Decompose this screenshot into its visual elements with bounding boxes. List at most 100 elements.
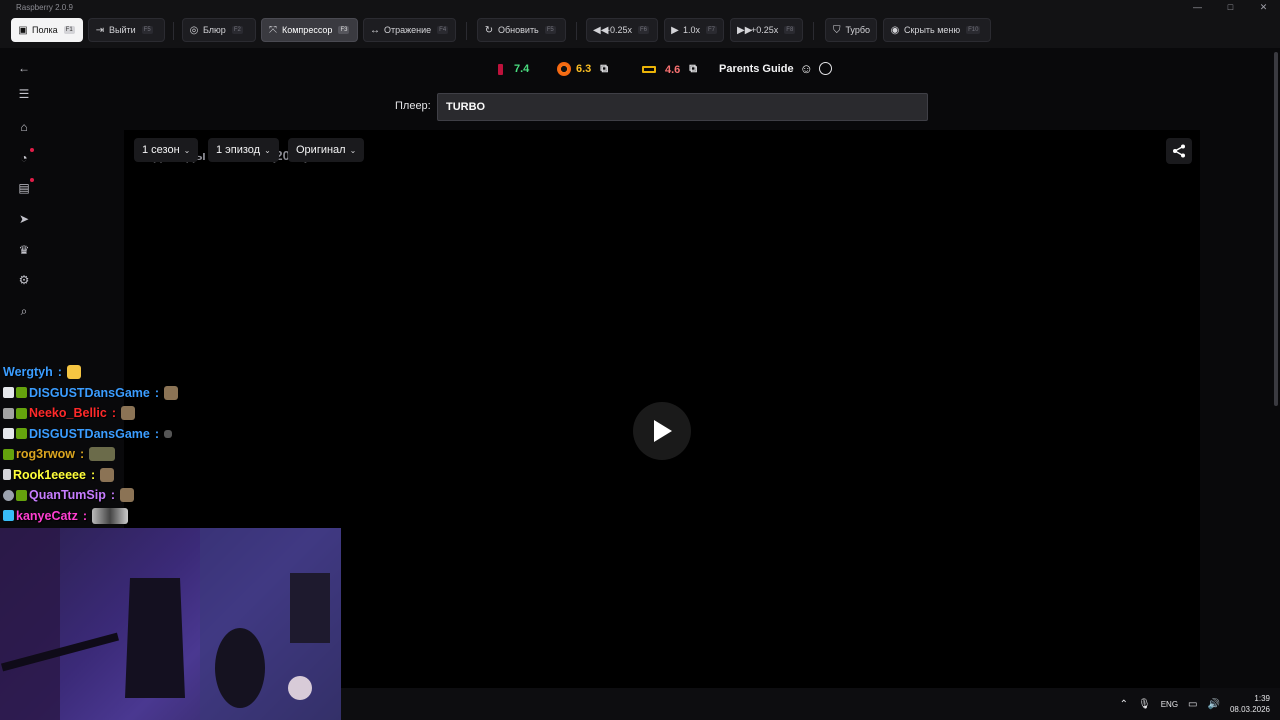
volume-icon[interactable]: 🔊 [1208,699,1220,710]
turbo-label: Турбо [845,25,870,35]
refresh-key: F5 [544,26,556,34]
rating-3: 4.6 ⧉ [642,63,697,76]
badge-icon [3,428,14,440]
audio-select[interactable]: Оригинал ⌄ [288,138,365,162]
rating-2-icon [557,62,571,76]
chat-separator: : [82,508,88,523]
blur-button[interactable]: ◎ Блюр F2 [182,18,256,42]
emote-icon [92,507,129,524]
play-button[interactable] [633,402,691,460]
book-icon[interactable]: ▤ [14,178,34,198]
divider [576,22,577,40]
minimize-button[interactable]: — [1181,0,1214,14]
close-button[interactable]: ✕ [1247,0,1280,14]
language-indicator[interactable]: ENG [1161,700,1178,709]
emote-icon [121,406,135,421]
sidebar: ← ☰ ⌂ ◔ ▤ ➤ ♛ ⚙ ⌕ [0,48,48,368]
compressor-label: Компрессор [282,25,333,35]
chat-message: Neeko_Bellic : [0,403,200,424]
clock-date: 08.03.2026 [1229,705,1270,714]
os-taskbar: ⌃ 🎙 ENG ▭ 🔊 1:39 08.03.2026 [341,688,1280,720]
external-link-icon[interactable]: ⧉ [689,63,697,76]
home-icon[interactable]: ⌂ [14,117,34,137]
refresh-icon: ↻ [484,24,494,36]
player-select[interactable] [437,93,928,121]
speed-label: 1.0x [682,25,700,35]
trophy-icon[interactable]: ♛ [14,240,34,260]
clock-time: 1:39 [1254,694,1270,703]
menu-icon[interactable]: ☰ [14,84,34,104]
chat-username: DISGUSTDansGame [29,385,150,400]
clock-icon[interactable] [818,62,832,75]
exit-button[interactable]: ⇥ Выйти F5 [88,18,165,42]
share-icon [1173,144,1185,158]
badge-icon [16,407,27,419]
shelf-icon: ▣ [18,24,28,36]
chat-username: Wergtyh [3,365,53,380]
eye-icon: ◉ [890,24,900,36]
settings-icon[interactable]: ⚙ [14,270,34,290]
clock[interactable]: 1:39 08.03.2026 [1230,693,1270,715]
season-select[interactable]: 1 сезон ⌄ [134,138,199,162]
monitor-icon[interactable]: ▭ [1188,699,1197,710]
rating-3-icon [642,66,656,73]
webcam-image [0,528,341,720]
maximize-button[interactable]: □ [1214,0,1247,14]
page-scrollbar[interactable] [1272,48,1280,688]
rating-1: 7.4 [498,63,529,75]
chat-message: QuanTumSip : [0,485,200,506]
blur-key: F2 [231,26,243,34]
chat-message: DISGUSTDansGame : [0,383,200,404]
chat-username: Neeko_Bellic [29,406,107,421]
parents-guide[interactable]: Parents Guide ☺ [719,61,832,76]
chat-username: QuanTumSip [29,488,106,503]
eye-off-icon: ◎ [189,24,199,36]
chat-overlay: Wergtyh : DISGUSTDansGame : Neeko_Bellic… [0,362,200,526]
chat-separator: : [154,385,160,400]
emote-icon [164,385,179,400]
refresh-button[interactable]: ↻ Обновить F5 [477,18,566,42]
window-controls: — □ ✕ [1181,0,1280,14]
badge-icon [16,387,27,399]
history-icon[interactable]: ◔ [14,148,34,168]
speed-button[interactable]: ▶ 1.0x F7 [664,18,724,42]
shelf-key: F1 [63,26,75,34]
external-link-icon[interactable]: ⧉ [600,63,608,76]
mirror-button[interactable]: ↔ Отражение F4 [363,18,456,42]
smile-icon[interactable]: ☺ [800,61,813,76]
share-button[interactable] [1166,138,1192,164]
shelf-button[interactable]: ▣ Полка F1 [11,18,83,42]
turbo-button[interactable]: ⛉ Турбо [825,18,877,42]
toolbar: ▣ Полка F1 ⇥ Выйти F5 ◎ Блюр F2 ⤧ Компре… [0,14,1280,48]
faster-button[interactable]: ▶▶ +0.25x F8 [730,18,803,42]
microphone-icon[interactable]: 🎙 [1138,699,1151,710]
scrollbar-thumb[interactable] [1274,52,1278,406]
mirror-key: F4 [437,26,449,34]
season-label: 1 сезон [142,144,180,156]
chat-username: rog3rwow [16,447,76,462]
chevron-up-icon[interactable]: ⌃ [1120,699,1128,710]
rating-1-value: 7.4 [514,63,530,75]
play-icon [654,420,672,442]
hide-menu-button[interactable]: ◉ Скрыть меню F10 [883,18,991,42]
rating-3-value: 4.6 [665,63,681,76]
chat-message: DISGUSTDansGame : [0,424,200,445]
badge-icon [3,469,11,481]
exit-label: Выйти [109,25,136,35]
chat-separator: : [111,406,116,421]
episode-select[interactable]: 1 эпизод ⌄ [208,138,279,162]
telegram-icon[interactable]: ➤ [14,209,34,229]
exit-key: F5 [141,26,153,34]
chat-message: Wergtyh : [0,362,200,383]
divider [466,22,467,40]
badge-icon [3,489,14,501]
slower-button[interactable]: ◀◀ -0.25x F6 [586,18,658,42]
shield-icon: ⛉ [832,24,841,36]
chat-separator: : [57,365,62,380]
hide-menu-label: Скрыть меню [904,25,961,35]
back-icon[interactable]: ← [14,58,34,78]
blur-label: Блюр [203,25,226,35]
rating-2: 6.3 ⧉ [557,62,608,76]
search-icon[interactable]: ⌕ [14,301,34,321]
compressor-button[interactable]: ⤧ Компрессор F3 [261,18,358,42]
